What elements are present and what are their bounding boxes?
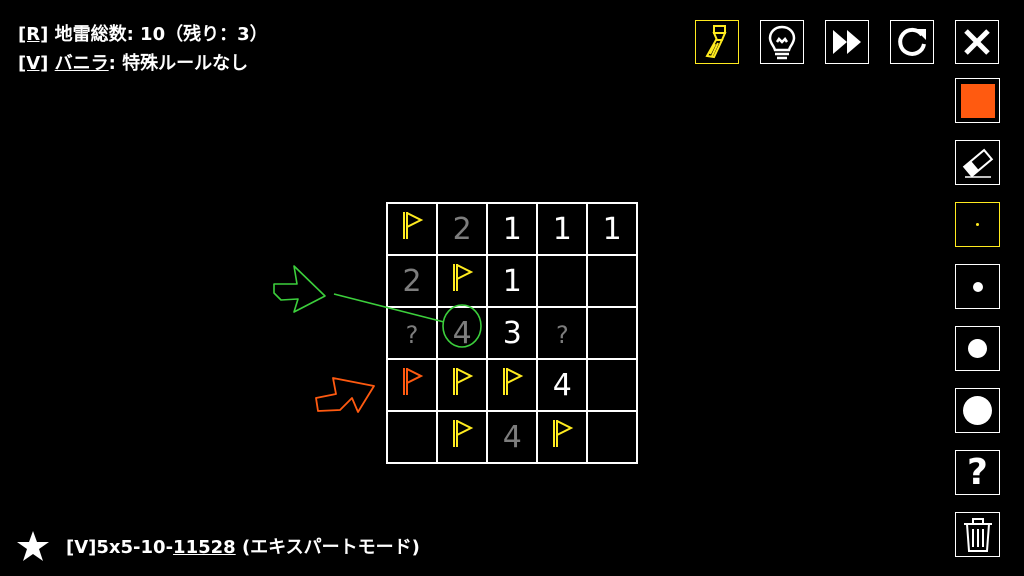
cell-r3-c5[interactable] [586, 306, 638, 360]
cell-r3-c4[interactable]: ? [536, 306, 589, 360]
tiny-dot-icon [976, 223, 979, 226]
cell-number: 1 [502, 211, 522, 247]
cell-number: 1 [602, 211, 622, 247]
lightbulb-hint-icon [768, 25, 796, 60]
cell-r1-c1[interactable] [385, 202, 439, 256]
puzzle-footer: [V]5x5-10-11528 (エキスパートモード) [16, 530, 420, 562]
cell-number: 1 [552, 211, 572, 247]
cell-r1-c3[interactable]: 1 [486, 202, 539, 256]
trash-icon [963, 517, 992, 552]
medium-dot-icon [968, 339, 987, 358]
large-pen-button[interactable] [955, 388, 1000, 433]
flag-icon [449, 368, 475, 405]
small-pen-button[interactable] [955, 264, 1000, 309]
cell-number: 3 [502, 315, 522, 351]
cell-r3-c2[interactable]: 4 [436, 306, 489, 360]
cell-number: 4 [502, 419, 522, 455]
cell-number: 4 [452, 315, 472, 351]
mine-count-text: 地雷総数: 10（残り：3） [48, 24, 268, 45]
board-row: 2111 [385, 202, 638, 256]
orange-color-icon [960, 83, 995, 118]
close-button[interactable] [955, 20, 999, 64]
cell-question: ? [405, 320, 419, 349]
cell-r1-c4[interactable]: 1 [536, 202, 589, 256]
question-mark-button[interactable]: ? [955, 450, 1000, 495]
cell-r4-c1[interactable] [385, 358, 439, 412]
cell-r1-c2[interactable]: 2 [436, 202, 489, 256]
cell-r4-c2[interactable] [436, 358, 489, 412]
variant-desc: : 特殊ルールなし [108, 53, 249, 74]
large-dot-icon [963, 396, 992, 425]
cell-r4-c5[interactable] [586, 358, 638, 412]
mine-count-rule: [R] 地雷総数: 10（残り：3） [18, 20, 268, 46]
small-dot-icon [972, 281, 983, 292]
fast-forward-button[interactable] [825, 20, 869, 64]
eraser-button[interactable] [955, 140, 1000, 185]
variant-name[interactable]: バニラ [55, 53, 109, 74]
paint-brush-icon [705, 25, 727, 59]
tiny-pen-button[interactable] [955, 202, 1000, 247]
board-row: 4 [385, 410, 638, 464]
restart-icon [898, 27, 926, 56]
cell-r2-c5[interactable] [586, 254, 638, 308]
cell-r3-c1[interactable]: ? [385, 306, 439, 360]
star-icon[interactable] [16, 530, 50, 562]
orange-arrow-annotation [315, 377, 375, 413]
board-row: 4 [385, 358, 638, 412]
hint-button[interactable] [760, 20, 804, 64]
rule-key-v[interactable]: [V] [18, 53, 48, 74]
medium-pen-button[interactable] [955, 326, 1000, 371]
cell-r4-c3[interactable] [486, 358, 539, 412]
close-icon [964, 29, 990, 55]
flag-icon [449, 420, 475, 457]
cell-r2-c1[interactable]: 2 [385, 254, 439, 308]
cell-r5-c1[interactable] [385, 410, 439, 464]
cell-r1-c5[interactable]: 1 [586, 202, 638, 256]
rule-key-r[interactable]: [R] [18, 24, 48, 45]
cell-r2-c4[interactable] [536, 254, 589, 308]
cell-r3-c3[interactable]: 3 [486, 306, 539, 360]
cell-r5-c4[interactable] [536, 410, 589, 464]
restart-button[interactable] [890, 20, 934, 64]
question-mark-icon: ? [967, 451, 988, 493]
board-row: ? 4 3? [385, 306, 638, 360]
flag-icon [449, 264, 475, 301]
cell-number: 2 [452, 211, 472, 247]
cell-r4-c4[interactable]: 4 [536, 358, 589, 412]
fast-forward-icon [833, 30, 861, 54]
puzzle-number-link[interactable]: 11528 [173, 537, 236, 558]
cell-number: 4 [552, 367, 572, 403]
paint-brush-button[interactable] [695, 20, 739, 64]
minesweeper-board: 2 1 1 1 2 1? 4 3? 4 4 [385, 202, 638, 464]
clear-drawing-button[interactable] [955, 512, 1000, 557]
cell-question: ? [555, 320, 569, 349]
cell-number: 1 [502, 263, 522, 299]
flag-icon [499, 368, 525, 405]
eraser-icon [962, 148, 993, 178]
cell-r5-c5[interactable] [586, 410, 638, 464]
flag-icon [549, 420, 575, 457]
cell-r5-c2[interactable] [436, 410, 489, 464]
cell-r5-c3[interactable]: 4 [486, 410, 539, 464]
cell-r2-c3[interactable]: 1 [486, 254, 539, 308]
cell-r2-c2[interactable] [436, 254, 489, 308]
board-row: 21 [385, 254, 638, 308]
color-picker-button[interactable] [955, 78, 1000, 123]
flag-icon [399, 212, 425, 249]
puzzle-id: [V]5x5-10-11528 (エキスパートモード) [66, 537, 420, 558]
orange-flag-icon [399, 368, 425, 405]
cell-number: 2 [402, 263, 422, 299]
variant-rule: [V] バニラ: 特殊ルールなし [18, 49, 248, 75]
